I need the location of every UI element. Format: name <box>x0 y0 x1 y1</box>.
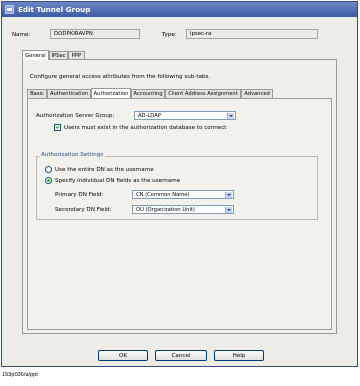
help-button[interactable]: Help <box>214 350 264 361</box>
chevron-down-icon <box>227 113 234 119</box>
name-field: DODPKIRAVPN <box>50 29 140 39</box>
must-exist-label: Users must exist in the authorization da… <box>64 125 227 131</box>
radio-individual-dn[interactable] <box>45 177 52 184</box>
figure-caption: 153p036/a/ppt <box>2 372 38 378</box>
ok-button[interactable]: OK <box>98 350 148 361</box>
tab-general[interactable]: General <box>22 50 49 60</box>
radio-individual-dn-label: Specify individual DN fields as the user… <box>55 178 181 184</box>
radio-selected-dot <box>47 179 50 182</box>
authorization-settings-legend: Authorization Settings <box>39 152 106 158</box>
checkmark-icon <box>55 125 60 129</box>
secondary-dn-value: OU (Organization Unit) <box>136 206 195 213</box>
primary-dn-value: CN (Common Name) <box>136 191 190 198</box>
chevron-down-icon <box>225 192 232 198</box>
subtab-authentication[interactable]: Authentication <box>47 89 91 98</box>
primary-dn-select[interactable]: CN (Common Name) <box>132 190 234 199</box>
subtab-client-address-assignment[interactable]: Client Address Assignment <box>165 89 241 98</box>
description-text: Configure general access attributes from… <box>30 74 211 80</box>
server-group-label: Authorization Server Group: <box>36 113 115 119</box>
server-group-value: AD-LDAP <box>138 112 161 119</box>
secondary-dn-label: Secondary DN Field: <box>55 207 112 213</box>
edit-tunnel-group-dialog: Edit Tunnel Group Name: DODPKIRAVPN Type… <box>1 1 358 367</box>
type-field: ipsec-ra <box>186 29 318 39</box>
title-bar[interactable]: Edit Tunnel Group <box>2 2 357 17</box>
radio-entire-dn-label: Use the entire DN as the username <box>55 167 154 173</box>
subtab-basic[interactable]: Basic <box>27 89 47 98</box>
chevron-down-icon <box>225 207 232 213</box>
window-title: Edit Tunnel Group <box>18 5 91 14</box>
name-label: Name: <box>12 32 31 38</box>
radio-entire-dn[interactable] <box>45 166 52 173</box>
subtab-authorization[interactable]: Authorization <box>91 88 131 98</box>
server-group-select[interactable]: AD-LDAP <box>134 111 236 120</box>
type-value: ipsec-ra <box>190 31 212 37</box>
secondary-dn-select[interactable]: OU (Organization Unit) <box>132 205 234 214</box>
type-label: Type: <box>162 32 177 38</box>
primary-dn-label: Primary DN Field: <box>55 192 104 198</box>
subtab-accounting[interactable]: Accounting <box>131 89 165 98</box>
subtab-advanced[interactable]: Advanced <box>241 89 273 98</box>
must-exist-checkbox[interactable] <box>54 124 61 131</box>
name-value: DODPKIRAVPN <box>54 31 93 37</box>
app-icon <box>5 5 14 14</box>
cancel-button[interactable]: Cancel <box>155 350 207 361</box>
